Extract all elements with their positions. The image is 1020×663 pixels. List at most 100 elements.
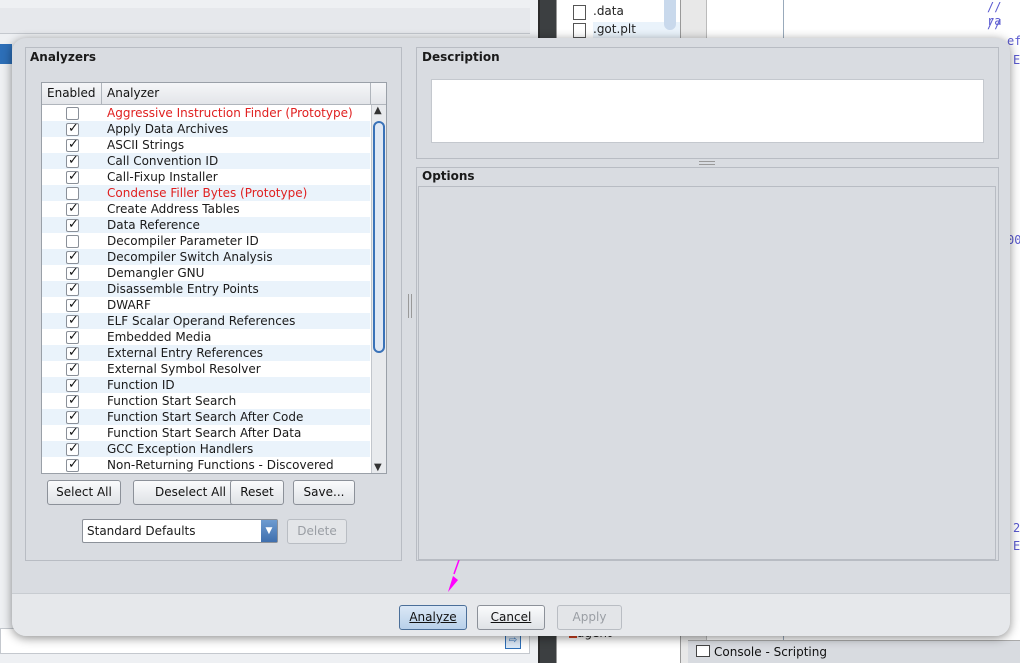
- analyze-button-label: Analyze: [409, 610, 457, 624]
- analyzer-row[interactable]: Function ID: [42, 377, 370, 393]
- enabled-checkbox[interactable]: [66, 121, 79, 136]
- analyzer-name: Function ID: [107, 378, 175, 392]
- analyzer-name: Data Reference: [107, 218, 200, 232]
- enabled-checkbox[interactable]: [66, 153, 79, 168]
- enabled-checkbox[interactable]: [66, 107, 79, 120]
- enabled-checkbox[interactable]: [66, 249, 79, 264]
- analyzer-row[interactable]: Function Start Search: [42, 393, 370, 409]
- enabled-checkbox[interactable]: [66, 235, 79, 248]
- options-content: [418, 186, 996, 560]
- enabled-checkbox[interactable]: [66, 361, 79, 376]
- analyzer-name: Call-Fixup Installer: [107, 170, 218, 184]
- enabled-checkbox[interactable]: [66, 441, 79, 456]
- scroll-down-icon[interactable]: ▼: [374, 462, 382, 473]
- analyzer-name: Disassemble Entry Points: [107, 282, 259, 296]
- analyzer-name: Embedded Media: [107, 330, 212, 344]
- description-title: Description: [422, 50, 500, 64]
- analyzer-name: External Entry References: [107, 346, 264, 360]
- analyzer-row[interactable]: ELF Scalar Operand References: [42, 313, 370, 329]
- analyzer-row[interactable]: Call-Fixup Installer: [42, 169, 370, 185]
- analyzer-name: Apply Data Archives: [107, 122, 229, 136]
- enabled-checkbox[interactable]: [66, 345, 79, 360]
- analyzer-row[interactable]: Function Start Search After Code: [42, 409, 370, 425]
- profile-select[interactable]: Standard Defaults ▼: [82, 519, 278, 543]
- analyzer-name: DWARF: [107, 298, 151, 312]
- analyzer-row[interactable]: Condense Filler Bytes (Prototype): [42, 185, 370, 201]
- analyzer-row[interactable]: External Symbol Resolver: [42, 361, 370, 377]
- profile-select-value: Standard Defaults: [87, 524, 196, 538]
- console-title: Console - Scripting: [714, 645, 827, 659]
- console-icon: [696, 645, 710, 657]
- analyzer-name: Call Convention ID: [107, 154, 219, 168]
- reset-button[interactable]: Reset: [230, 480, 284, 505]
- document-icon: [573, 5, 586, 20]
- analyzer-row[interactable]: Demangler GNU: [42, 265, 370, 281]
- column-header-enabled[interactable]: Enabled: [42, 83, 102, 104]
- enabled-checkbox[interactable]: [66, 281, 79, 296]
- analyzer-name: GCC Exception Handlers: [107, 442, 254, 456]
- analyzer-name: Function Start Search: [107, 394, 237, 408]
- analyzer-name: Condense Filler Bytes (Prototype): [107, 186, 308, 200]
- analyzer-row[interactable]: Non-Returning Functions - Discovered: [42, 457, 370, 473]
- divider-grip-icon: [699, 161, 715, 165]
- split-pane-divider[interactable]: [405, 47, 415, 561]
- analyzer-row[interactable]: DWARF: [42, 297, 370, 313]
- analyzer-row[interactable]: Decompiler Switch Analysis: [42, 249, 370, 265]
- options-panel: Options: [416, 167, 999, 561]
- analyzers-panel: Analyzers Enabled Analyzer Aggressive In…: [25, 47, 402, 561]
- enabled-checkbox[interactable]: [66, 201, 79, 216]
- analyzer-name: ASCII Strings: [107, 138, 185, 152]
- analyzer-row[interactable]: Disassemble Entry Points: [42, 281, 370, 297]
- table-header: Enabled Analyzer: [42, 83, 386, 105]
- analyzer-row[interactable]: Embedded Media: [42, 329, 370, 345]
- console-tab[interactable]: Console - Scripting: [688, 640, 1020, 663]
- analyzer-row[interactable]: External Entry References: [42, 345, 370, 361]
- enabled-checkbox[interactable]: [66, 425, 79, 440]
- enabled-checkbox[interactable]: [66, 329, 79, 344]
- analyzer-row[interactable]: Apply Data Archives: [42, 121, 370, 137]
- save-button[interactable]: Save...: [293, 480, 355, 505]
- cancel-button-label: Cancel: [490, 610, 532, 624]
- analyzer-name: Decompiler Switch Analysis: [107, 250, 273, 264]
- enabled-checkbox[interactable]: [66, 187, 79, 200]
- scrollbar-thumb[interactable]: [373, 121, 385, 353]
- analyzer-row[interactable]: ASCII Strings: [42, 137, 370, 153]
- scroll-up-icon[interactable]: ▲: [374, 105, 382, 116]
- analyzer-name: Non-Returning Functions - Discovered: [107, 458, 334, 472]
- enabled-checkbox[interactable]: [66, 137, 79, 152]
- analyzer-row[interactable]: Create Address Tables: [42, 201, 370, 217]
- analyzer-row[interactable]: Function Start Search After Data: [42, 425, 370, 441]
- cancel-button[interactable]: Cancel: [477, 605, 545, 630]
- analyzer-row[interactable]: Decompiler Parameter ID: [42, 233, 370, 249]
- description-text: [431, 79, 984, 143]
- description-panel: Description: [416, 47, 999, 159]
- enabled-checkbox[interactable]: [66, 457, 79, 472]
- chevron-down-icon[interactable]: ▼: [261, 520, 277, 542]
- background-selection-marker: [0, 44, 12, 64]
- background-toolbar: [0, 8, 530, 34]
- analyzer-row[interactable]: Data Reference: [42, 217, 370, 233]
- analyzer-name: Function Start Search After Data: [107, 426, 302, 440]
- background-scroll-thumb: [664, 0, 676, 30]
- enabled-checkbox[interactable]: [66, 217, 79, 232]
- analyzer-name: ELF Scalar Operand References: [107, 314, 296, 328]
- enabled-checkbox[interactable]: [66, 393, 79, 408]
- enabled-checkbox[interactable]: [66, 169, 79, 184]
- enabled-checkbox[interactable]: [66, 313, 79, 328]
- delete-button[interactable]: Delete: [287, 519, 347, 544]
- analyzer-row[interactable]: GCC Exception Handlers: [42, 441, 370, 457]
- apply-button[interactable]: Apply: [557, 605, 622, 630]
- analyzers-scrollbar[interactable]: ▲ ▼: [371, 105, 386, 473]
- column-header-analyzer[interactable]: Analyzer: [102, 83, 371, 104]
- enabled-checkbox[interactable]: [66, 297, 79, 312]
- enabled-checkbox[interactable]: [66, 265, 79, 280]
- enabled-checkbox[interactable]: [66, 409, 79, 424]
- analyzer-row[interactable]: Aggressive Instruction Finder (Prototype…: [42, 105, 370, 121]
- analyze-button[interactable]: Analyze: [399, 605, 467, 630]
- analyzer-name: Demangler GNU: [107, 266, 205, 280]
- select-all-button[interactable]: Select All: [47, 480, 121, 505]
- enabled-checkbox[interactable]: [66, 377, 79, 392]
- code-fragment: E: [1013, 53, 1020, 67]
- analyzers-title: Analyzers: [30, 50, 97, 64]
- analyzer-row[interactable]: Call Convention ID: [42, 153, 370, 169]
